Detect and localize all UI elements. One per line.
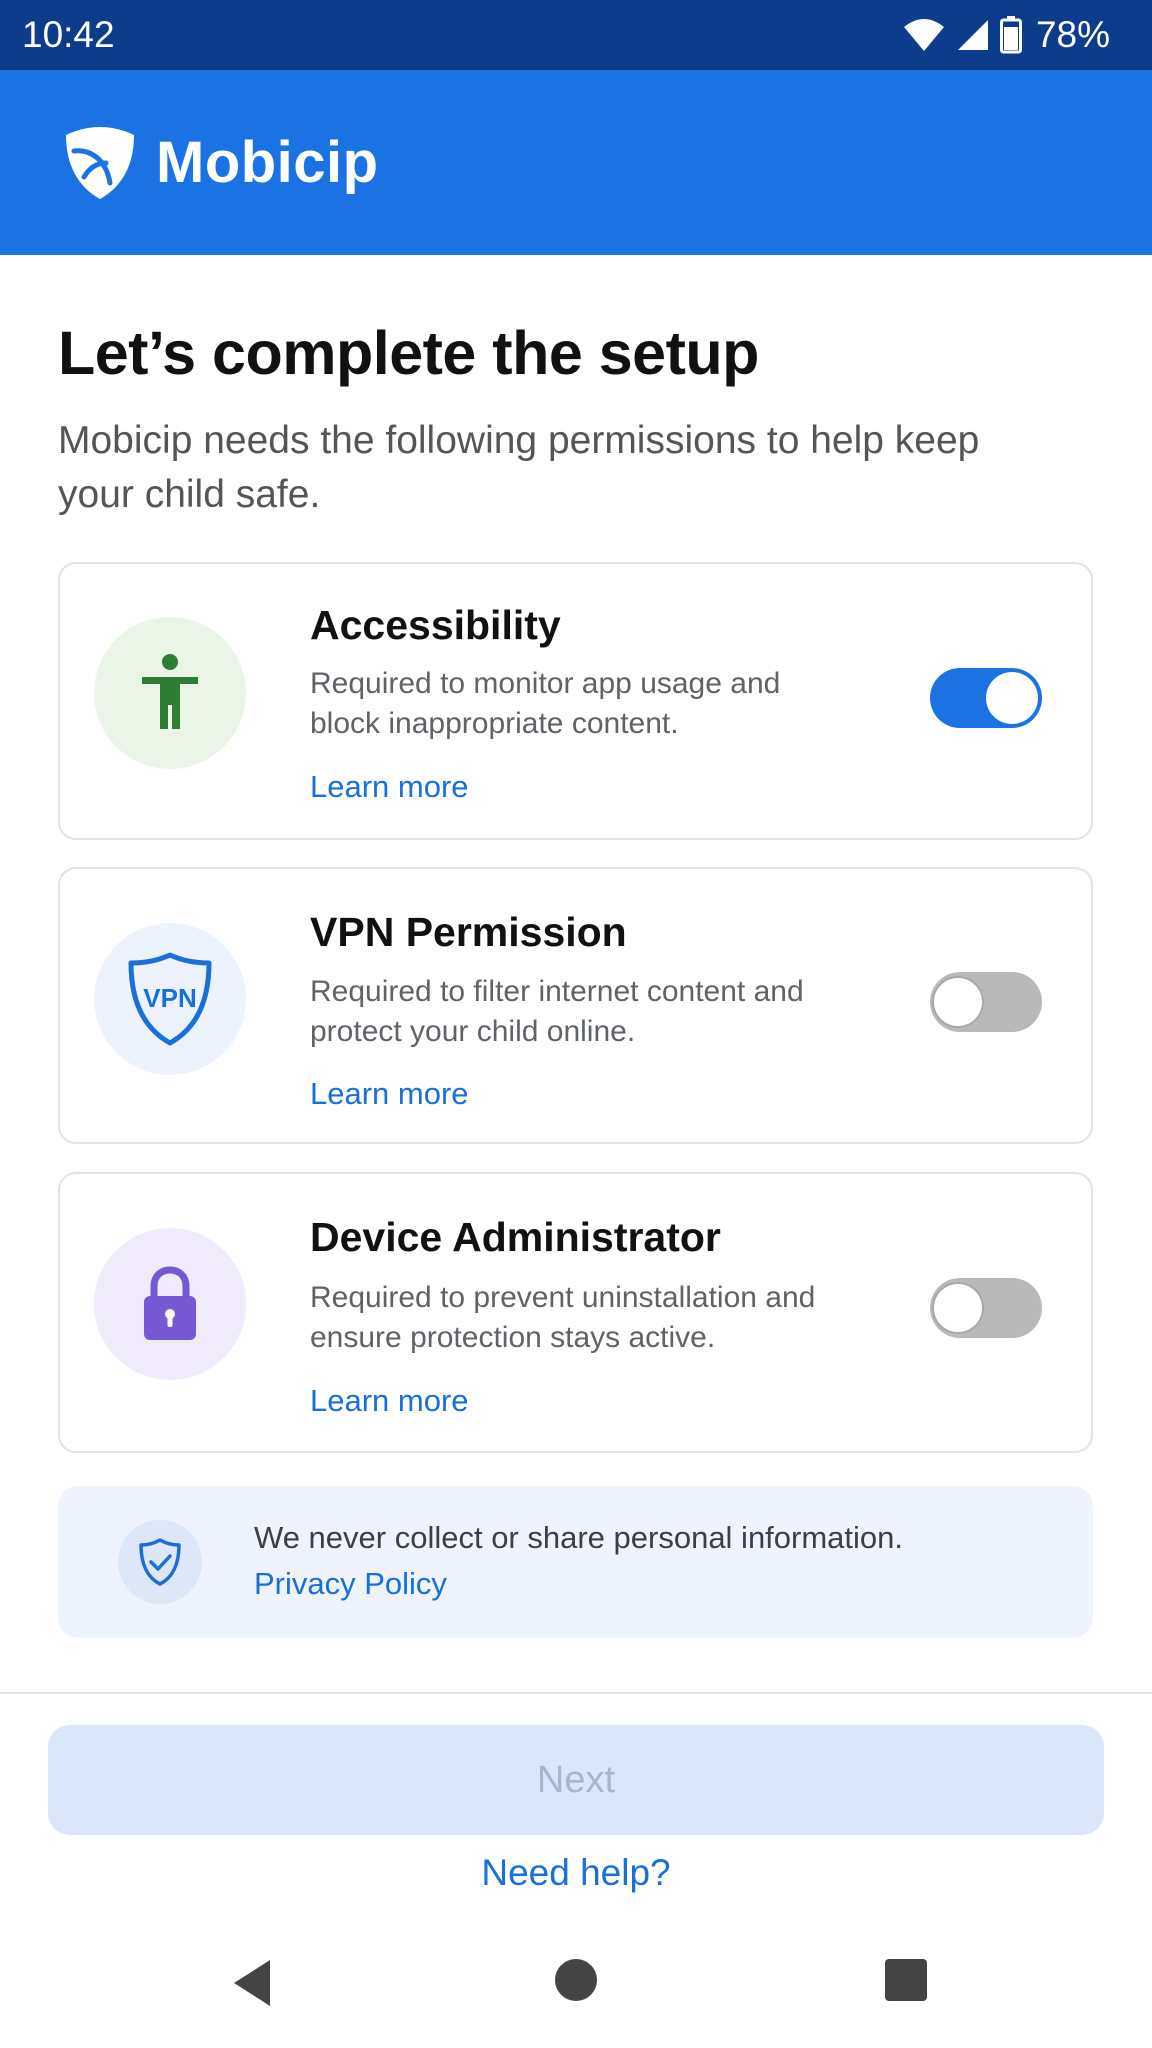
home-icon[interactable] [554,1958,598,2002]
app-bar: Mobicip [0,70,1152,255]
vpn-shield-icon: VPN [128,952,212,1046]
setup-screen: 10:42 78% Mobicip Let’s complete the set… [0,0,1152,2048]
toggle-knob [932,976,984,1028]
learn-more-accessibility-link[interactable]: Learn more [310,769,469,805]
status-time: 10:42 [22,14,115,55]
toggle-knob [932,1282,984,1334]
privacy-text: We never collect or share personal infor… [254,1520,904,1555]
next-button[interactable]: Next [48,1725,1104,1835]
padlock-icon [144,1266,196,1340]
learn-more-vpn-link[interactable]: Learn more [310,1076,469,1112]
accessibility-icon-circle [94,617,246,769]
brand-name: Mobicip [156,130,379,195]
vpn-icon-circle: VPN [94,923,246,1075]
permission-title: VPN Permission [310,909,627,955]
recents-icon[interactable] [884,1958,928,2002]
need-help-link[interactable]: Need help? [0,1852,1152,1894]
privacy-notice: We never collect or share personal infor… [58,1486,1093,1638]
device-admin-toggle[interactable] [930,1278,1042,1338]
back-icon[interactable] [230,1958,274,2008]
vpn-icon-label: VPN [143,983,196,1013]
toggle-knob [986,672,1038,724]
permission-card-accessibility: Accessibility Required to monitor app us… [58,562,1093,840]
shield-check-icon [139,1538,181,1586]
permission-card-vpn: VPN VPN Permission Required to filter in… [58,867,1093,1144]
page-subtitle: Mobicip needs the following permissions … [58,419,980,516]
mobicip-shield-logo [66,126,134,199]
system-nav-bar [0,1930,1152,2048]
battery-icon [999,16,1022,54]
permission-description: Required to filter internet content and … [310,975,804,1048]
accessibility-toggle[interactable] [930,668,1042,728]
permission-description: Required to prevent uninstallation and e… [310,1281,816,1354]
permission-title: Device Administrator [310,1214,721,1260]
status-bar: 10:42 78% [0,0,1152,70]
permission-description: Required to monitor app usage and block … [310,667,781,740]
wifi-icon [903,19,944,51]
permission-title: Accessibility [310,602,561,648]
permission-card-device-admin: Device Administrator Required to prevent… [58,1172,1093,1453]
accessibility-person-icon [142,654,198,729]
device-admin-icon-circle [94,1228,246,1380]
cellular-signal-icon [957,20,988,50]
status-icons: 78% [902,14,1110,56]
vpn-toggle[interactable] [930,972,1042,1032]
privacy-policy-link[interactable]: Privacy Policy [254,1566,447,1602]
privacy-icon-circle [118,1520,202,1604]
battery-percentage: 78% [1035,14,1110,55]
learn-more-device-admin-link[interactable]: Learn more [310,1383,469,1419]
page-title: Let’s complete the setup [58,319,759,387]
footer-divider [0,1692,1152,1694]
